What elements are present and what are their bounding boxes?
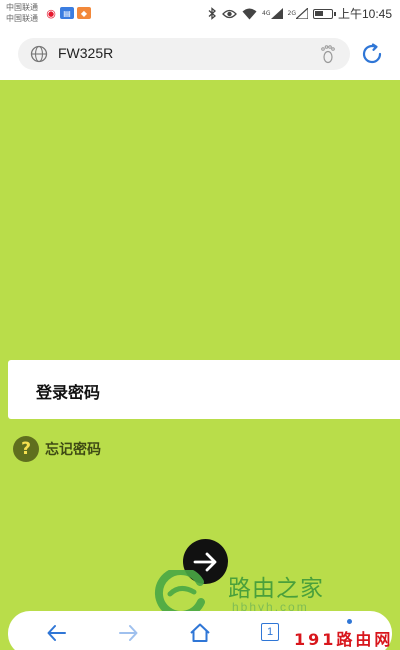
watermark-brand: 路由之家 (228, 576, 324, 602)
signal-icon-1: 4G (262, 8, 283, 19)
carrier-2: 中国联通 (6, 14, 38, 23)
battery-fill (314, 10, 323, 16)
watermark-191: 191路由网 (294, 630, 394, 649)
bluetooth-icon (208, 7, 217, 20)
signal-2-label: 2G (287, 10, 296, 17)
carrier-1: 中国联通 (6, 3, 38, 12)
tabs-button[interactable]: 1 (261, 623, 279, 641)
back-icon[interactable] (45, 621, 69, 645)
status-bar: 中国联通 中国联通 ◉ ▤ ◆ 4G 2G 上午10:45 (0, 0, 400, 28)
menu-icon[interactable] (347, 619, 352, 624)
battery-icon (312, 8, 336, 19)
forgot-password-link[interactable]: ? 忘记密码 (13, 436, 101, 462)
notification-icons: ◉ ▤ ◆ (45, 6, 91, 20)
carrier-info: 中国联通 中国联通 (6, 2, 38, 24)
forgot-password-label: 忘记密码 (45, 442, 101, 458)
refresh-icon[interactable] (359, 41, 385, 67)
eye-icon (222, 9, 237, 19)
globe-icon (30, 45, 48, 63)
watermark-logo-icon (154, 570, 205, 616)
question-icon: ? (13, 436, 39, 462)
footprint-icon[interactable] (318, 44, 338, 64)
signal-1-label: 4G (262, 10, 271, 17)
forward-icon[interactable] (116, 621, 140, 645)
news-icon: ▤ (60, 7, 74, 19)
signal-icon-2: 2G (288, 8, 308, 19)
password-input[interactable]: 登录密码 (8, 360, 400, 419)
system-icons: 4G 2G 上午10:45 (208, 5, 392, 22)
password-label: 登录密码 (36, 383, 101, 402)
url-text: FW325R (58, 45, 114, 61)
wifi-icon (242, 8, 257, 20)
weibo-icon: ◉ (45, 6, 57, 20)
url-field[interactable]: FW325R (18, 38, 350, 70)
home-icon[interactable] (188, 621, 212, 645)
taobao-icon: ◆ (77, 7, 91, 19)
clock: 上午10:45 (337, 7, 392, 21)
browser-address-bar: FW325R (0, 28, 400, 80)
